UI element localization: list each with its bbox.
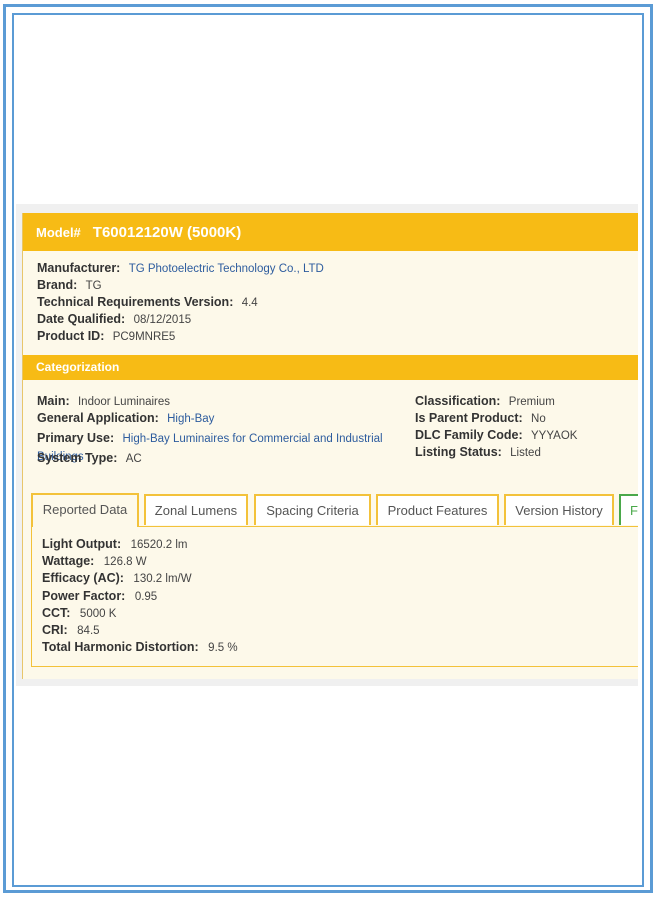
brand-label: Brand:	[37, 278, 78, 292]
wattage-row: Wattage: 126.8 W	[42, 552, 238, 569]
light-output-row: Light Output: 16520.2 lm	[42, 535, 238, 552]
manufacturer-link[interactable]: TG Photoelectric Technology Co., LTD	[129, 263, 324, 275]
tab-partial-f[interactable]: F	[619, 494, 638, 525]
thd-value: 9.5 %	[208, 642, 238, 655]
tab-reported-data[interactable]: Reported Data	[31, 493, 139, 527]
reported-data-list: Light Output: 16520.2 lm Wattage: 126.8 …	[42, 535, 238, 655]
efficacy-value: 130.2 lm/W	[133, 573, 192, 586]
cri-value: 84.5	[77, 624, 100, 637]
general-application-row: General Application: High-Bay	[37, 410, 397, 427]
tab-bar: Reported Data Zonal Lumens Spacing Crite…	[31, 493, 638, 527]
thd-row: Total Harmonic Distortion: 9.5 %	[42, 638, 238, 655]
main-label: Main:	[37, 394, 70, 408]
is-parent-row: Is Parent Product: No	[415, 410, 577, 427]
listing-status-label: Listing Status:	[415, 445, 502, 459]
cct-label: CCT:	[42, 605, 71, 620]
efficacy-label: Efficacy (AC):	[42, 571, 124, 586]
general-application-link[interactable]: High-Bay	[167, 413, 214, 425]
model-label: Model#	[36, 224, 81, 240]
primary-use-row: Primary Use: High-Bay Luminaires for Com…	[37, 427, 397, 463]
tech-req-row: Technical Requirements Version: 4.4	[37, 294, 324, 311]
tech-req-value: 4.4	[241, 297, 258, 309]
tech-req-label: Technical Requirements Version:	[37, 295, 234, 309]
wattage-label: Wattage:	[42, 554, 95, 569]
reported-data-content: Light Output: 16520.2 lm Wattage: 126.8 …	[31, 526, 638, 667]
listing-status-row: Listing Status: Listed	[415, 444, 577, 461]
classification-row: Classification: Premium	[415, 393, 577, 410]
manufacturer-label: Manufacturer:	[37, 261, 121, 275]
product-panel: Model# T60012120W (5000K) Manufacturer: …	[16, 204, 638, 686]
date-qualified-row: Date Qualified: 08/12/2015	[37, 311, 324, 328]
cri-label: CRI:	[42, 622, 68, 637]
model-number: T60012120W (5000K)	[92, 223, 242, 241]
cct-row: CCT: 5000 K	[42, 604, 238, 621]
tab-zonal-lumens[interactable]: Zonal Lumens	[144, 494, 248, 525]
power-factor-row: Power Factor: 0.95	[42, 587, 238, 604]
dlc-family-value: YYYAOK	[531, 430, 578, 442]
general-application-label: General Application:	[37, 411, 159, 425]
main-value: Indoor Luminaires	[77, 396, 171, 408]
model-header: Model# T60012120W (5000K)	[23, 213, 638, 251]
system-type-label: System Type:	[37, 451, 118, 465]
tab-version-history[interactable]: Version History	[504, 494, 614, 525]
brand-row: Brand: TG	[37, 277, 324, 294]
categorization-left: Main: Indoor Luminaires General Applicat…	[37, 393, 397, 467]
light-output-value: 16520.2 lm	[130, 539, 188, 551]
system-type-row: System Type: AC	[37, 450, 397, 467]
date-qualified-label: Date Qualified:	[37, 312, 126, 326]
product-id-value: PC9MNRE5	[112, 331, 176, 343]
brand-value: TG	[85, 280, 102, 292]
listing-status-value: Listed	[510, 447, 541, 459]
tab-product-features[interactable]: Product Features	[376, 494, 499, 525]
primary-use-label: Primary Use:	[37, 431, 115, 445]
product-id-row: Product ID: PC9MNRE5	[37, 328, 324, 345]
tab-spacing-criteria[interactable]: Spacing Criteria	[254, 494, 371, 525]
cct-value: 5000 K	[79, 607, 117, 620]
categorization-header: Categorization	[23, 355, 638, 380]
thd-label: Total Harmonic Distortion:	[42, 640, 199, 655]
classification-label: Classification:	[415, 394, 501, 408]
categorization-right: Classification: Premium Is Parent Produc…	[415, 393, 577, 461]
cri-row: CRI: 84.5	[42, 621, 238, 638]
efficacy-row: Efficacy (AC): 130.2 lm/W	[42, 569, 238, 586]
dlc-family-label: DLC Family Code:	[415, 428, 523, 442]
power-factor-value: 0.95	[134, 590, 158, 603]
is-parent-label: Is Parent Product:	[415, 411, 523, 425]
product-card: Model# T60012120W (5000K) Manufacturer: …	[22, 213, 638, 679]
main-row: Main: Indoor Luminaires	[37, 393, 397, 410]
dlc-family-row: DLC Family Code: YYYAOK	[415, 427, 577, 444]
manufacturer-row: Manufacturer: TG Photoelectric Technolog…	[37, 260, 324, 277]
is-parent-value: No	[531, 413, 546, 425]
light-output-label: Light Output:	[42, 537, 122, 551]
power-factor-label: Power Factor:	[42, 588, 126, 603]
product-info: Manufacturer: TG Photoelectric Technolog…	[37, 260, 324, 345]
product-id-label: Product ID:	[37, 329, 105, 343]
date-qualified-value: 08/12/2015	[133, 314, 192, 326]
system-type-value: AC	[125, 453, 142, 465]
wattage-value: 126.8 W	[103, 556, 147, 569]
classification-value: Premium	[508, 396, 555, 408]
